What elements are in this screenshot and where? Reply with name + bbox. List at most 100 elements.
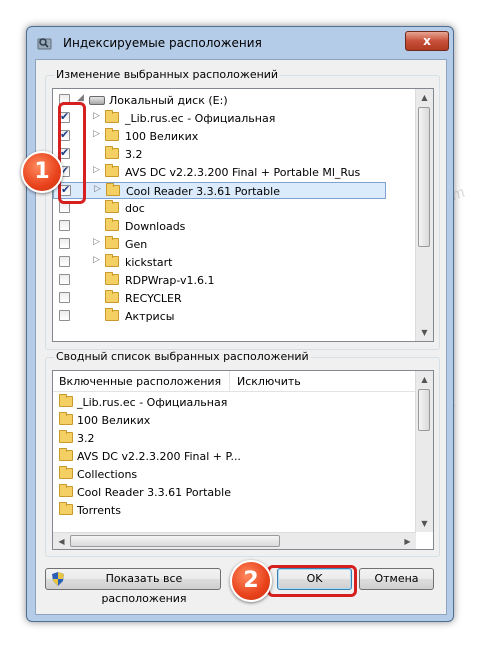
folder-icon <box>105 146 119 159</box>
list-vertical-scrollbar[interactable]: ▲ ▼ <box>415 371 433 532</box>
folder-icon <box>105 218 119 231</box>
location-item[interactable]: ▷ kickstart <box>53 254 400 271</box>
summary-row[interactable]: Collections <box>55 466 395 483</box>
expand-arrow-icon[interactable]: ▷ <box>93 129 100 139</box>
scroll-left-arrow-icon[interactable]: ◀ <box>53 533 70 549</box>
summary-row[interactable]: AVS DC v2.2.3.200 Final + P... <box>55 448 395 465</box>
location-checkbox[interactable] <box>59 238 70 249</box>
location-item[interactable]: ✔ ▷ AVS DC v2.2.3.200 Final + Portable Ml_… <box>53 164 400 181</box>
location-label: Cool Reader 3.3.61 Portable <box>126 185 280 198</box>
folder-icon <box>105 236 119 249</box>
list-header: Включенные расположения Исключить <box>53 371 416 392</box>
expand-arrow-icon[interactable]: ▷ <box>93 237 100 247</box>
scroll-thumb[interactable] <box>418 389 430 431</box>
folder-icon <box>59 484 73 497</box>
summary-row[interactable]: Torrents <box>55 502 395 519</box>
checkbox-highlight <box>58 102 86 204</box>
expand-arrow-icon[interactable]: ▷ <box>93 165 100 175</box>
scroll-down-arrow-icon[interactable]: ▼ <box>416 324 433 341</box>
expand-arrow-icon[interactable]: ▷ <box>93 255 100 265</box>
scroll-thumb[interactable] <box>418 107 430 247</box>
summary-row[interactable]: 3.2 <box>55 430 395 447</box>
location-label: Актрисы <box>125 310 175 323</box>
expand-arrow-icon[interactable]: ▷ <box>94 184 101 194</box>
location-item[interactable]: RDPWrap-v1.6.1 <box>53 272 400 289</box>
location-item[interactable]: ▷ Gen <box>53 236 400 253</box>
location-checkbox[interactable] <box>59 274 70 285</box>
scroll-right-arrow-icon[interactable]: ▶ <box>399 533 416 549</box>
location-label: RDPWrap-v1.6.1 <box>125 274 215 287</box>
summary-list[interactable]: Включенные расположения Исключить ▲ ▼ ◀ … <box>52 370 434 550</box>
column-divider[interactable] <box>229 371 230 391</box>
folder-icon <box>59 394 73 407</box>
location-item[interactable]: Downloads <box>53 218 400 235</box>
scroll-down-arrow-icon[interactable]: ▼ <box>416 515 433 532</box>
step-1-badge: 1 <box>21 151 63 193</box>
summary-group: Сводный список выбранных расположений Вк… <box>45 350 440 557</box>
folder-icon <box>105 272 119 285</box>
indexed-locations-window: Индексируемые расположения x Изменение в… <box>26 26 454 622</box>
scroll-up-arrow-icon[interactable]: ▲ <box>416 89 433 106</box>
folder-icon <box>59 502 73 515</box>
location-item[interactable]: Актрисы <box>53 308 400 325</box>
location-item[interactable]: ✔ 3.2 <box>53 146 400 163</box>
list-horizontal-scrollbar[interactable]: ◀ ▶ <box>53 532 416 549</box>
folder-icon <box>105 110 119 123</box>
location-label: 3.2 <box>125 148 143 161</box>
folder-icon <box>59 466 73 479</box>
change-locations-group: Изменение выбранных расположений ▲ ▼ ◢ Ло… <box>45 68 440 350</box>
column-header-included[interactable]: Включенные расположения <box>59 375 221 388</box>
location-item[interactable]: ✔ ▷ 100 Великих <box>53 128 400 145</box>
search-folder-icon <box>37 38 52 50</box>
close-button[interactable]: x <box>405 31 449 51</box>
location-label: doc <box>125 202 145 215</box>
dialog-body: Изменение выбранных расположений ▲ ▼ ◢ Ло… <box>35 59 447 615</box>
scroll-up-arrow-icon[interactable]: ▲ <box>416 371 433 388</box>
drive-icon <box>89 96 105 105</box>
summary-label: Torrents <box>77 504 121 517</box>
summary-label: 100 Великих <box>77 414 151 427</box>
show-all-label: Показать все расположения <box>101 572 187 605</box>
folder-icon <box>105 128 119 141</box>
location-label: Локальный диск (E:) <box>109 94 228 107</box>
folder-icon <box>59 430 73 443</box>
location-checkbox[interactable] <box>59 220 70 231</box>
folder-icon <box>105 164 119 177</box>
folder-icon <box>59 412 73 425</box>
tree-vertical-scrollbar[interactable]: ▲ ▼ <box>415 89 433 341</box>
group-label: Изменение выбранных расположений <box>54 68 281 81</box>
location-label: AVS DC v2.2.3.200 Final + Portable Ml_Ru… <box>125 166 361 179</box>
location-item[interactable]: RECYCLER <box>53 290 400 307</box>
folder-icon <box>106 183 120 196</box>
show-all-locations-button[interactable]: Показать все расположения <box>45 568 221 605</box>
location-tree[interactable]: ▲ ▼ ◢ Локальный диск (E:) ✔ ▷ _Lib.rus.ec - … <box>52 88 434 342</box>
ok-button-highlight <box>267 565 357 597</box>
location-item[interactable]: ✔ ▷ Cool Reader 3.3.61 Portable <box>53 182 386 199</box>
column-header-exclude[interactable]: Исключить <box>237 375 301 388</box>
summary-label: Collections <box>77 468 138 481</box>
folder-icon <box>59 448 73 461</box>
cancel-button[interactable]: Отмена <box>359 568 434 590</box>
location-checkbox[interactable] <box>59 256 70 267</box>
summary-row[interactable]: _Lib.rus.ec - Официальная <box>55 394 395 411</box>
location-item[interactable]: ◢ Локальный диск (E:) <box>53 92 400 109</box>
location-label: Gen <box>125 238 148 251</box>
group-label: Сводный список выбранных расположений <box>54 350 311 363</box>
expand-arrow-icon[interactable]: ▷ <box>93 111 100 121</box>
location-label: 100 Великих <box>125 130 199 143</box>
location-item[interactable]: doc <box>53 200 400 217</box>
folder-icon <box>105 254 119 267</box>
folder-icon <box>105 200 119 213</box>
location-checkbox[interactable] <box>59 310 70 321</box>
summary-row[interactable]: Cool Reader 3.3.61 Portable <box>55 484 395 501</box>
scroll-thumb[interactable] <box>70 535 280 547</box>
step-2-badge: 2 <box>230 560 272 602</box>
location-item[interactable]: ✔ ▷ _Lib.rus.ec - Официальная <box>53 110 400 127</box>
location-checkbox[interactable] <box>59 292 70 303</box>
title-bar[interactable]: Индексируемые расположения x <box>27 27 453 57</box>
folder-icon <box>105 290 119 303</box>
summary-row[interactable]: 100 Великих <box>55 412 395 429</box>
summary-label: Cool Reader 3.3.61 Portable <box>77 486 231 499</box>
folder-icon <box>105 308 119 321</box>
location-label: Downloads <box>125 220 186 233</box>
